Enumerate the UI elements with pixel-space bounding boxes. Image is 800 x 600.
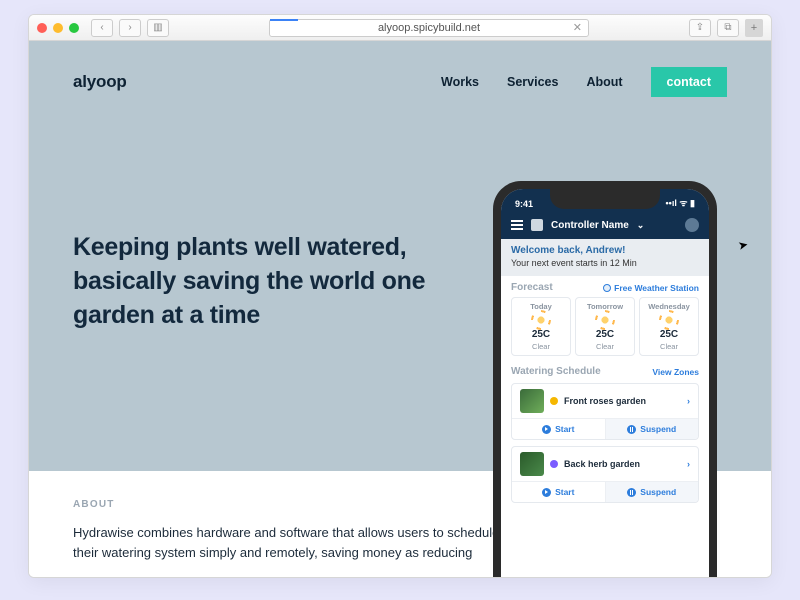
chevron-right-icon[interactable]: › xyxy=(687,396,690,406)
pause-icon xyxy=(627,425,636,434)
welcome-card: Welcome back, Andrew! Your next event st… xyxy=(501,239,709,276)
status-indicators: ••ıl ᯤ ▮ xyxy=(666,196,695,209)
zone-thumbnail xyxy=(520,389,544,413)
contact-button[interactable]: contact xyxy=(651,67,727,97)
weather-station-link[interactable]: Free Weather Station xyxy=(603,283,699,293)
about-column: ABOUT Hydrawise combines hardware and so… xyxy=(73,497,503,563)
zone-card[interactable]: Front roses garden › Start Suspend xyxy=(511,383,699,440)
address-bar[interactable]: alyoop.spicybuild.net ✕ xyxy=(269,19,589,37)
loading-bar xyxy=(270,19,298,21)
forecast-day: Today 25C Clear xyxy=(511,297,571,356)
profile-icon[interactable] xyxy=(685,218,699,232)
sun-icon xyxy=(534,313,548,327)
zone-start-button[interactable]: Start xyxy=(512,482,605,502)
play-icon xyxy=(542,488,551,497)
hamburger-icon[interactable] xyxy=(511,220,523,230)
schedule-heading: Watering Schedule xyxy=(511,366,601,377)
about-eyebrow: ABOUT xyxy=(73,497,503,513)
hero-headline: Keeping plants well watered, basically s… xyxy=(73,231,433,332)
forecast-day: Tomorrow 25C Clear xyxy=(575,297,635,356)
sun-icon xyxy=(598,313,612,327)
zone-card[interactable]: Back herb garden › Start Suspend xyxy=(511,446,699,503)
controller-icon xyxy=(531,219,543,231)
view-zones-link[interactable]: View Zones xyxy=(652,367,699,377)
phone-mockup: 9:41 ••ıl ᯤ ▮ Controller Name ⌄ Welcome … xyxy=(493,181,717,577)
controller-name[interactable]: Controller Name xyxy=(551,220,629,231)
new-tab-button[interactable]: + xyxy=(745,19,763,37)
page-content: alyoop Works Services About contact Keep… xyxy=(29,41,771,577)
maximize-window-button[interactable] xyxy=(69,23,79,33)
nav-link-services[interactable]: Services xyxy=(507,75,558,89)
traffic-lights xyxy=(37,23,79,33)
forecast-day: Wednesday 25C Clear xyxy=(639,297,699,356)
cloud-icon xyxy=(603,284,611,292)
schedule-section: Watering Schedule View Zones Front roses… xyxy=(501,360,709,507)
about-body: Hydrawise combines hardware and software… xyxy=(73,523,503,563)
hero-section: alyoop Works Services About contact Keep… xyxy=(29,41,771,471)
status-time: 9:41 xyxy=(515,199,533,209)
phone-screen: 9:41 ••ıl ᯤ ▮ Controller Name ⌄ Welcome … xyxy=(501,189,709,577)
app-bar: Controller Name ⌄ xyxy=(501,211,709,239)
zone-suspend-button[interactable]: Suspend xyxy=(605,419,699,439)
status-dot-icon xyxy=(550,460,558,468)
tabs-button[interactable]: ⧉ xyxy=(717,19,739,37)
sidebar-toggle-button[interactable]: ▥ xyxy=(147,19,169,37)
nav-menu: Works Services About contact xyxy=(441,67,727,97)
zone-thumbnail xyxy=(520,452,544,476)
play-icon xyxy=(542,425,551,434)
phone-notch xyxy=(550,189,660,209)
chevron-down-icon[interactable]: ⌄ xyxy=(637,220,645,231)
pause-icon xyxy=(627,488,636,497)
zone-suspend-button[interactable]: Suspend xyxy=(605,482,699,502)
forecast-heading: Forecast xyxy=(511,282,553,293)
zone-start-button[interactable]: Start xyxy=(512,419,605,439)
nav-link-about[interactable]: About xyxy=(586,75,622,89)
chevron-right-icon[interactable]: › xyxy=(687,459,690,469)
welcome-subtitle: Your next event starts in 12 Min xyxy=(511,258,699,268)
url-text: alyoop.spicybuild.net xyxy=(378,22,480,34)
close-window-button[interactable] xyxy=(37,23,47,33)
nav-link-works[interactable]: Works xyxy=(441,75,479,89)
sun-icon xyxy=(662,313,676,327)
browser-window: ‹ › ▥ alyoop.spicybuild.net ✕ ⇪ ⧉ + alyo… xyxy=(28,14,772,578)
browser-chrome: ‹ › ▥ alyoop.spicybuild.net ✕ ⇪ ⧉ + xyxy=(29,15,771,41)
minimize-window-button[interactable] xyxy=(53,23,63,33)
forward-button[interactable]: › xyxy=(119,19,141,37)
forecast-section: Forecast Free Weather Station Today 25C … xyxy=(501,276,709,360)
site-nav: alyoop Works Services About contact xyxy=(29,41,771,97)
share-button[interactable]: ⇪ xyxy=(689,19,711,37)
status-dot-icon xyxy=(550,397,558,405)
site-logo[interactable]: alyoop xyxy=(73,72,127,92)
stop-reload-icon[interactable]: ✕ xyxy=(573,21,582,34)
welcome-title: Welcome back, Andrew! xyxy=(511,245,699,256)
back-button[interactable]: ‹ xyxy=(91,19,113,37)
